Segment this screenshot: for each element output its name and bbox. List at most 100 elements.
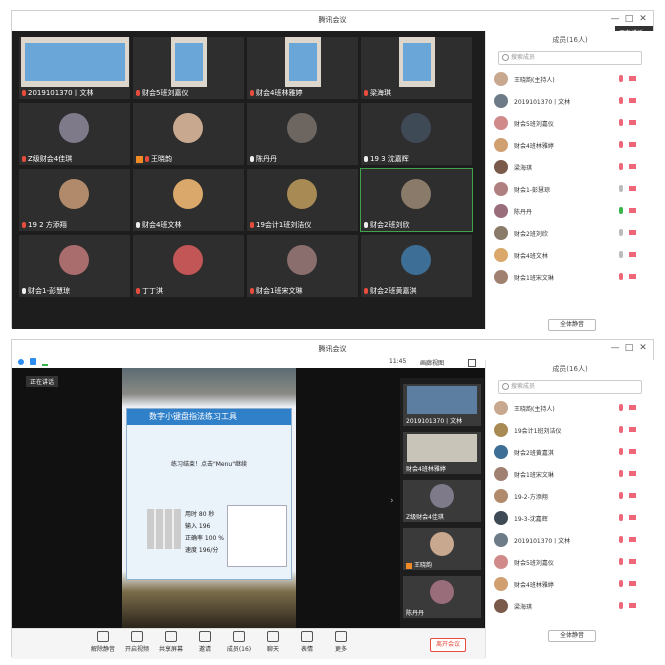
participant-row[interactable]: 财会1班宋文琳	[494, 464, 644, 484]
participant-search-input[interactable]: 搜索成员	[498, 380, 642, 394]
camera-off-icon[interactable]	[629, 493, 636, 498]
mic-icon[interactable]	[619, 404, 623, 411]
camera-off-icon[interactable]	[629, 76, 636, 81]
video-tile[interactable]: 财会2班刘欣	[360, 168, 473, 232]
participant-row[interactable]: 财会1-彭慧琼	[494, 179, 644, 199]
participant-row[interactable]: 2019101370丨文林	[494, 530, 644, 550]
participant-row[interactable]: 财会4班文林	[494, 245, 644, 265]
minimize-button[interactable]: —	[609, 343, 621, 353]
mic-icon[interactable]	[619, 536, 623, 543]
mic-icon[interactable]	[619, 514, 623, 521]
rail-video-tile[interactable]: 陈丹丹	[403, 576, 481, 618]
mic-icon[interactable]	[619, 448, 623, 455]
mic-icon[interactable]	[619, 558, 623, 565]
video-tile[interactable]: 财会4班林雅婷	[247, 37, 358, 99]
participant-search-input[interactable]: 搜索成员	[498, 51, 642, 65]
mic-icon[interactable]	[619, 75, 623, 82]
camera-off-icon[interactable]	[629, 405, 636, 410]
video-tile[interactable]: 财会1-彭慧琼	[19, 235, 130, 297]
share-screen-button[interactable]: 共享屏幕	[154, 631, 188, 653]
mic-icon[interactable]	[619, 97, 623, 104]
video-tile[interactable]: 财会2班黄嘉淇	[361, 235, 472, 297]
maximize-button[interactable]: □	[623, 343, 635, 353]
shield-icon[interactable]	[30, 358, 36, 365]
camera-off-icon[interactable]	[629, 603, 636, 608]
participant-row[interactable]: 财会1班宋文琳	[494, 267, 644, 287]
participant-row[interactable]: 财会4班林雅婷	[494, 135, 644, 155]
mic-icon[interactable]	[619, 229, 623, 236]
camera-off-icon[interactable]	[629, 449, 636, 454]
mic-icon[interactable]	[619, 426, 623, 433]
video-tile[interactable]: 财会4班文林	[133, 169, 244, 231]
participant-row[interactable]: 19会计1班刘洁仪	[494, 420, 644, 440]
more-button[interactable]: 更多	[324, 631, 358, 653]
reactions-button[interactable]: 表情	[290, 631, 324, 653]
mic-icon[interactable]	[619, 492, 623, 499]
video-tile[interactable]: 财会1班宋文琳	[247, 235, 358, 297]
camera-off-icon[interactable]	[629, 559, 636, 564]
mute-all-button[interactable]: 全体静音	[548, 630, 596, 642]
unmute-button[interactable]: 解除静音	[86, 631, 120, 653]
mic-icon[interactable]	[619, 119, 623, 126]
camera-off-icon[interactable]	[629, 581, 636, 586]
camera-off-icon[interactable]	[629, 186, 636, 191]
participant-row[interactable]: 王晓韵(主持人)	[494, 69, 644, 89]
camera-off-icon[interactable]	[629, 471, 636, 476]
mute-all-button[interactable]: 全体静音	[548, 319, 596, 331]
info-icon[interactable]	[18, 359, 24, 365]
participant-row[interactable]: 财会4班林雅婷	[494, 574, 644, 594]
participant-row[interactable]: 王晓韵(主持人)	[494, 398, 644, 418]
video-tile[interactable]: 王晓韵	[133, 103, 244, 165]
rail-video-tile[interactable]: 2019101370丨文林	[403, 384, 481, 426]
camera-off-icon[interactable]	[629, 164, 636, 169]
camera-off-icon[interactable]	[629, 142, 636, 147]
start-video-button[interactable]: 开启视频	[120, 631, 154, 653]
fullscreen-icon[interactable]	[468, 359, 476, 367]
camera-off-icon[interactable]	[629, 230, 636, 235]
camera-off-icon[interactable]	[629, 537, 636, 542]
maximize-button[interactable]: □	[623, 14, 635, 24]
chevron-right-icon[interactable]: ›	[390, 496, 394, 506]
mic-icon[interactable]	[619, 207, 623, 214]
chat-button[interactable]: 聊天	[256, 631, 290, 653]
participant-row[interactable]: 19-2-方添翔	[494, 486, 644, 506]
mic-icon[interactable]	[619, 163, 623, 170]
video-tile[interactable]: 丁丁淇	[133, 235, 244, 297]
video-tile[interactable]: 财会5班刘嘉仪	[133, 37, 244, 99]
mic-icon[interactable]	[619, 273, 623, 280]
camera-off-icon[interactable]	[629, 427, 636, 432]
participant-row[interactable]: 财会5班刘嘉仪	[494, 552, 644, 572]
minimize-button[interactable]: —	[609, 14, 621, 24]
video-tile[interactable]: 19 3 沈嘉辉	[361, 103, 472, 165]
close-button[interactable]: ✕	[637, 343, 649, 353]
camera-off-icon[interactable]	[629, 252, 636, 257]
close-button[interactable]: ✕	[637, 14, 649, 24]
participant-row[interactable]: 2019101370丨文林	[494, 91, 644, 111]
participant-row[interactable]: 梁海琪	[494, 596, 644, 616]
video-tile[interactable]: 19会计1班刘洁仪	[247, 169, 358, 231]
video-tile[interactable]: 2019101370丨文林	[19, 37, 130, 99]
leave-meeting-button[interactable]: 离开会议	[430, 638, 466, 652]
camera-off-icon[interactable]	[629, 98, 636, 103]
view-switch-button[interactable]: 画廊视图	[420, 358, 444, 367]
mic-icon[interactable]	[619, 185, 623, 192]
rail-video-tile[interactable]: 王晓韵	[403, 528, 481, 570]
rail-video-tile[interactable]: 财会4班林雅婷	[403, 432, 481, 474]
video-tile[interactable]: 梁海琪	[361, 37, 472, 99]
participant-row[interactable]: 财会5班刘嘉仪	[494, 113, 644, 133]
participant-row[interactable]: 梁海琪	[494, 157, 644, 177]
video-tile[interactable]: 陈丹丹	[247, 103, 358, 165]
invite-button[interactable]: 邀请	[188, 631, 222, 653]
rail-video-tile[interactable]: Z级财会4佳琪	[403, 480, 481, 522]
mic-icon[interactable]	[619, 251, 623, 258]
participant-row[interactable]: 财会2班刘欣	[494, 223, 644, 243]
mic-icon[interactable]	[619, 580, 623, 587]
camera-off-icon[interactable]	[629, 120, 636, 125]
mic-icon[interactable]	[619, 141, 623, 148]
video-tile[interactable]: Z级财会4佳琪	[19, 103, 130, 165]
participant-row[interactable]: 19-3-沈嘉辉	[494, 508, 644, 528]
camera-off-icon[interactable]	[629, 515, 636, 520]
participant-row[interactable]: 陈丹丹	[494, 201, 644, 221]
mic-icon[interactable]	[619, 470, 623, 477]
camera-off-icon[interactable]	[629, 274, 636, 279]
